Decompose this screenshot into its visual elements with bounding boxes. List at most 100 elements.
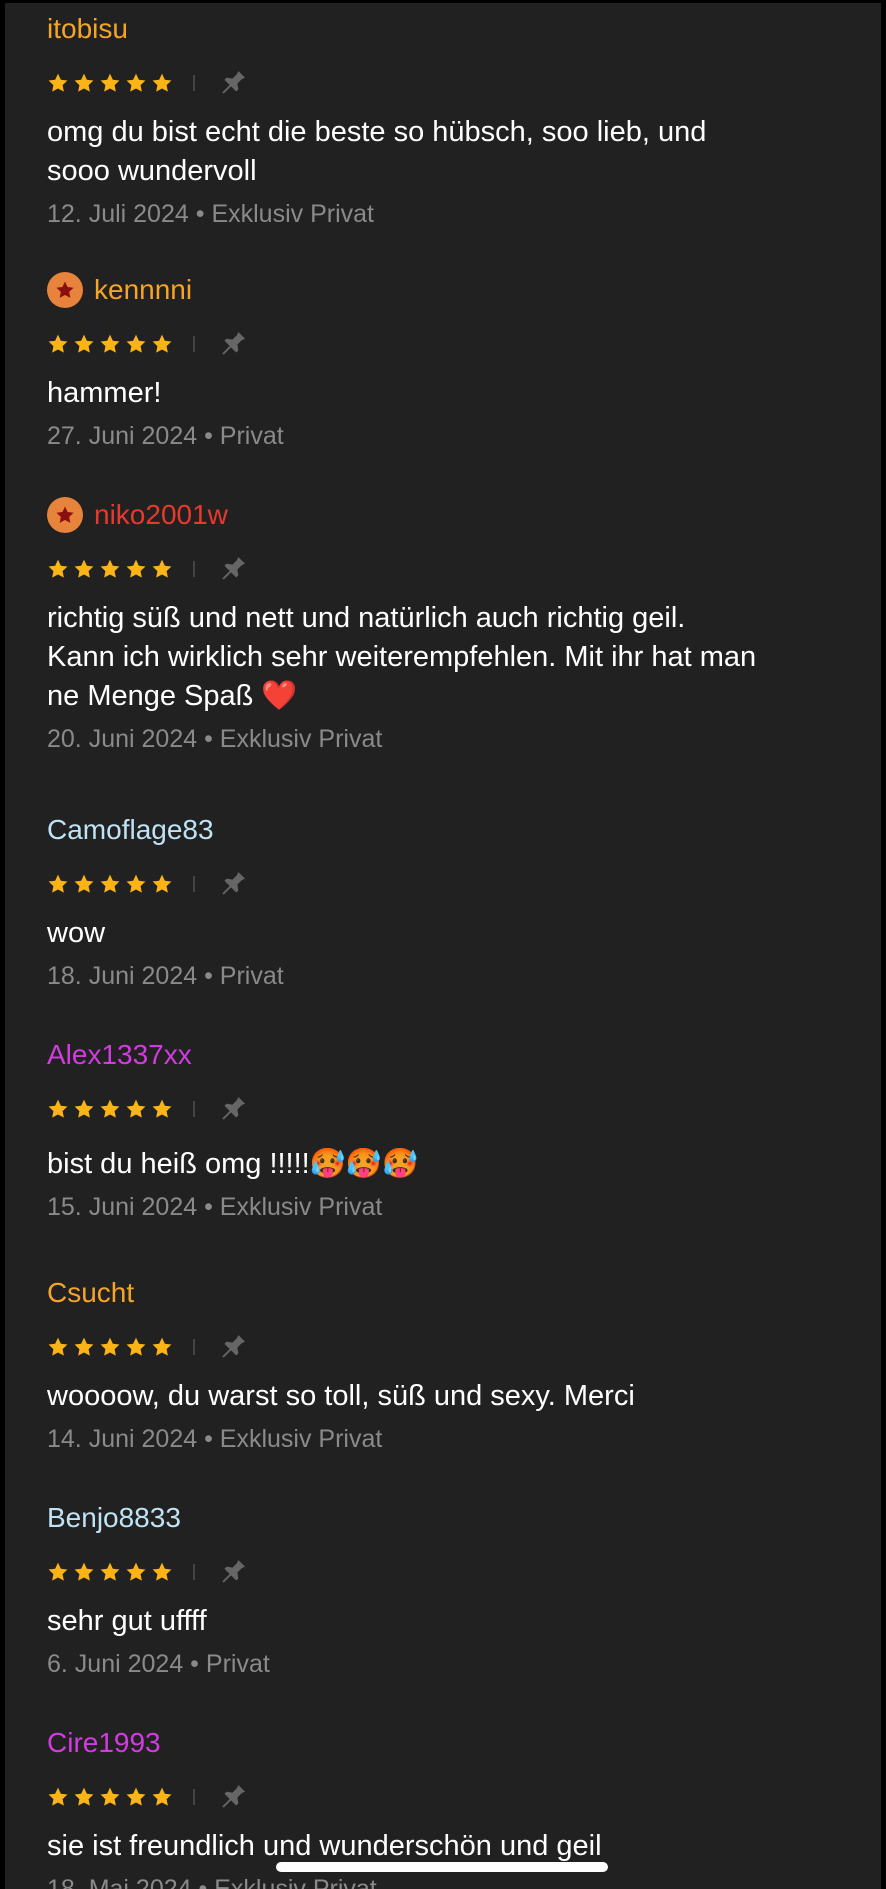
star-icon [100,1562,120,1581]
review-date: 18. Mai 2024 [47,1875,192,1889]
star-icon [100,559,120,578]
star-icon [48,1787,68,1806]
booking-type: Exklusiv Privat [211,200,374,228]
pin-icon[interactable] [217,868,249,900]
booking-type: Privat [219,422,284,450]
review-meta: 18. Juni 2024 • Privat [47,960,847,992]
username-link[interactable]: itobisu [47,12,128,46]
review-item: itobisu omg du bist echt die beste so hü… [47,7,847,230]
star-icon [100,1337,120,1356]
username-link[interactable]: kennnni [94,273,192,307]
review-header: Alex1337xx [47,1033,847,1077]
pin-icon[interactable] [217,1556,249,1588]
review-text: hammer! [47,377,162,409]
divider [193,75,195,91]
divider [193,561,195,577]
star-rating [47,1098,177,1120]
pin-icon[interactable] [217,1093,249,1125]
star-icon [152,334,172,353]
meta-separator: • [204,1193,213,1221]
star-rating [47,558,177,580]
booking-type: Exklusiv Privat [219,1193,383,1221]
star-icon [74,334,94,353]
home-indicator[interactable] [276,1862,608,1872]
pin-icon[interactable] [217,67,249,99]
username-link[interactable]: Csucht [47,1276,134,1310]
star-icon [74,73,94,92]
star-icon [152,559,172,578]
pin-icon[interactable] [217,1331,249,1363]
pin-icon[interactable] [217,328,249,360]
review-meta: 6. Juni 2024 • Privat [47,1648,847,1680]
review-date: 6. Juni 2024 [47,1650,184,1678]
review-header: niko2001w [47,493,847,537]
star-icon [152,1099,172,1118]
review-meta: 14. Juni 2024 • Exklusiv Privat [47,1423,847,1455]
review-header: Camoflage83 [47,808,847,852]
star-icon [100,73,120,92]
star-icon [48,73,68,92]
meta-separator: • [190,1650,199,1678]
username-link[interactable]: Benjo8833 [47,1501,181,1535]
username-link[interactable]: Cire1993 [47,1726,161,1760]
divider [193,1101,195,1117]
star-icon [48,334,68,353]
star-icon [152,1562,172,1581]
rating-row [47,864,847,904]
rating-row [47,1777,847,1817]
divider [193,876,195,892]
booking-type: Privat [219,962,284,990]
star-icon [48,1562,68,1581]
star-icon [48,874,68,893]
booking-type: Exklusiv Privat [214,1875,377,1889]
star-icon [74,1787,94,1806]
star-icon [48,559,68,578]
star-icon [100,334,120,353]
divider [193,336,195,352]
review-item: Benjo8833 sehr gut uffff 6. Juni 2024 • … [47,1496,847,1680]
review-header: itobisu [47,7,847,51]
rating-row [47,63,847,103]
star-icon [100,1099,120,1118]
star-icon [100,1787,120,1806]
review-item: Camoflage83 wow 18. Juni 2024 • Privat [47,808,847,992]
review-text: sehr gut uffff [47,1605,207,1637]
review-header: Csucht [47,1271,847,1315]
divider [193,1564,195,1580]
booking-type: Privat [205,1650,270,1678]
review-meta: 12. Juli 2024 • Exklusiv Privat [47,198,847,230]
review-meta: 27. Juni 2024 • Privat [47,420,847,452]
pin-icon[interactable] [217,1781,249,1813]
meta-separator: • [204,422,213,450]
star-icon [100,874,120,893]
star-icon [126,73,146,92]
star-icon [74,1099,94,1118]
divider [193,1789,195,1805]
star-rating [47,333,177,355]
meta-separator: • [204,962,213,990]
star-rating [47,1561,177,1583]
star-icon [74,1337,94,1356]
review-meta: 20. Juni 2024 • Exklusiv Privat [47,723,847,755]
rating-row [47,1327,847,1367]
review-header: Cire1993 [47,1721,847,1765]
review-item: Alex1337xx bist du heiß omg !!!!!🥵🥵🥵 15.… [47,1033,847,1223]
meta-separator: • [198,1875,208,1889]
username-link[interactable]: Alex1337xx [47,1038,192,1072]
star-icon [152,73,172,92]
star-badge-icon [47,272,83,308]
review-text: woooow, du warst so toll, süß und sexy. … [47,1380,635,1412]
review-text: sie ist freundlich und wunderschön und g… [47,1830,602,1862]
meta-separator: • [204,1425,213,1453]
star-icon [74,874,94,893]
review-item: niko2001w richtig süß und nett und natür… [47,493,847,755]
username-link[interactable]: Camoflage83 [47,813,214,847]
star-icon [152,1337,172,1356]
review-text: bist du heiß omg !!!!!🥵🥵🥵 [47,1148,419,1180]
star-icon [126,874,146,893]
rating-row [47,324,847,364]
pin-icon[interactable] [217,553,249,585]
username-link[interactable]: niko2001w [94,498,228,532]
review-header: Benjo8833 [47,1496,847,1540]
rating-row [47,1089,847,1129]
